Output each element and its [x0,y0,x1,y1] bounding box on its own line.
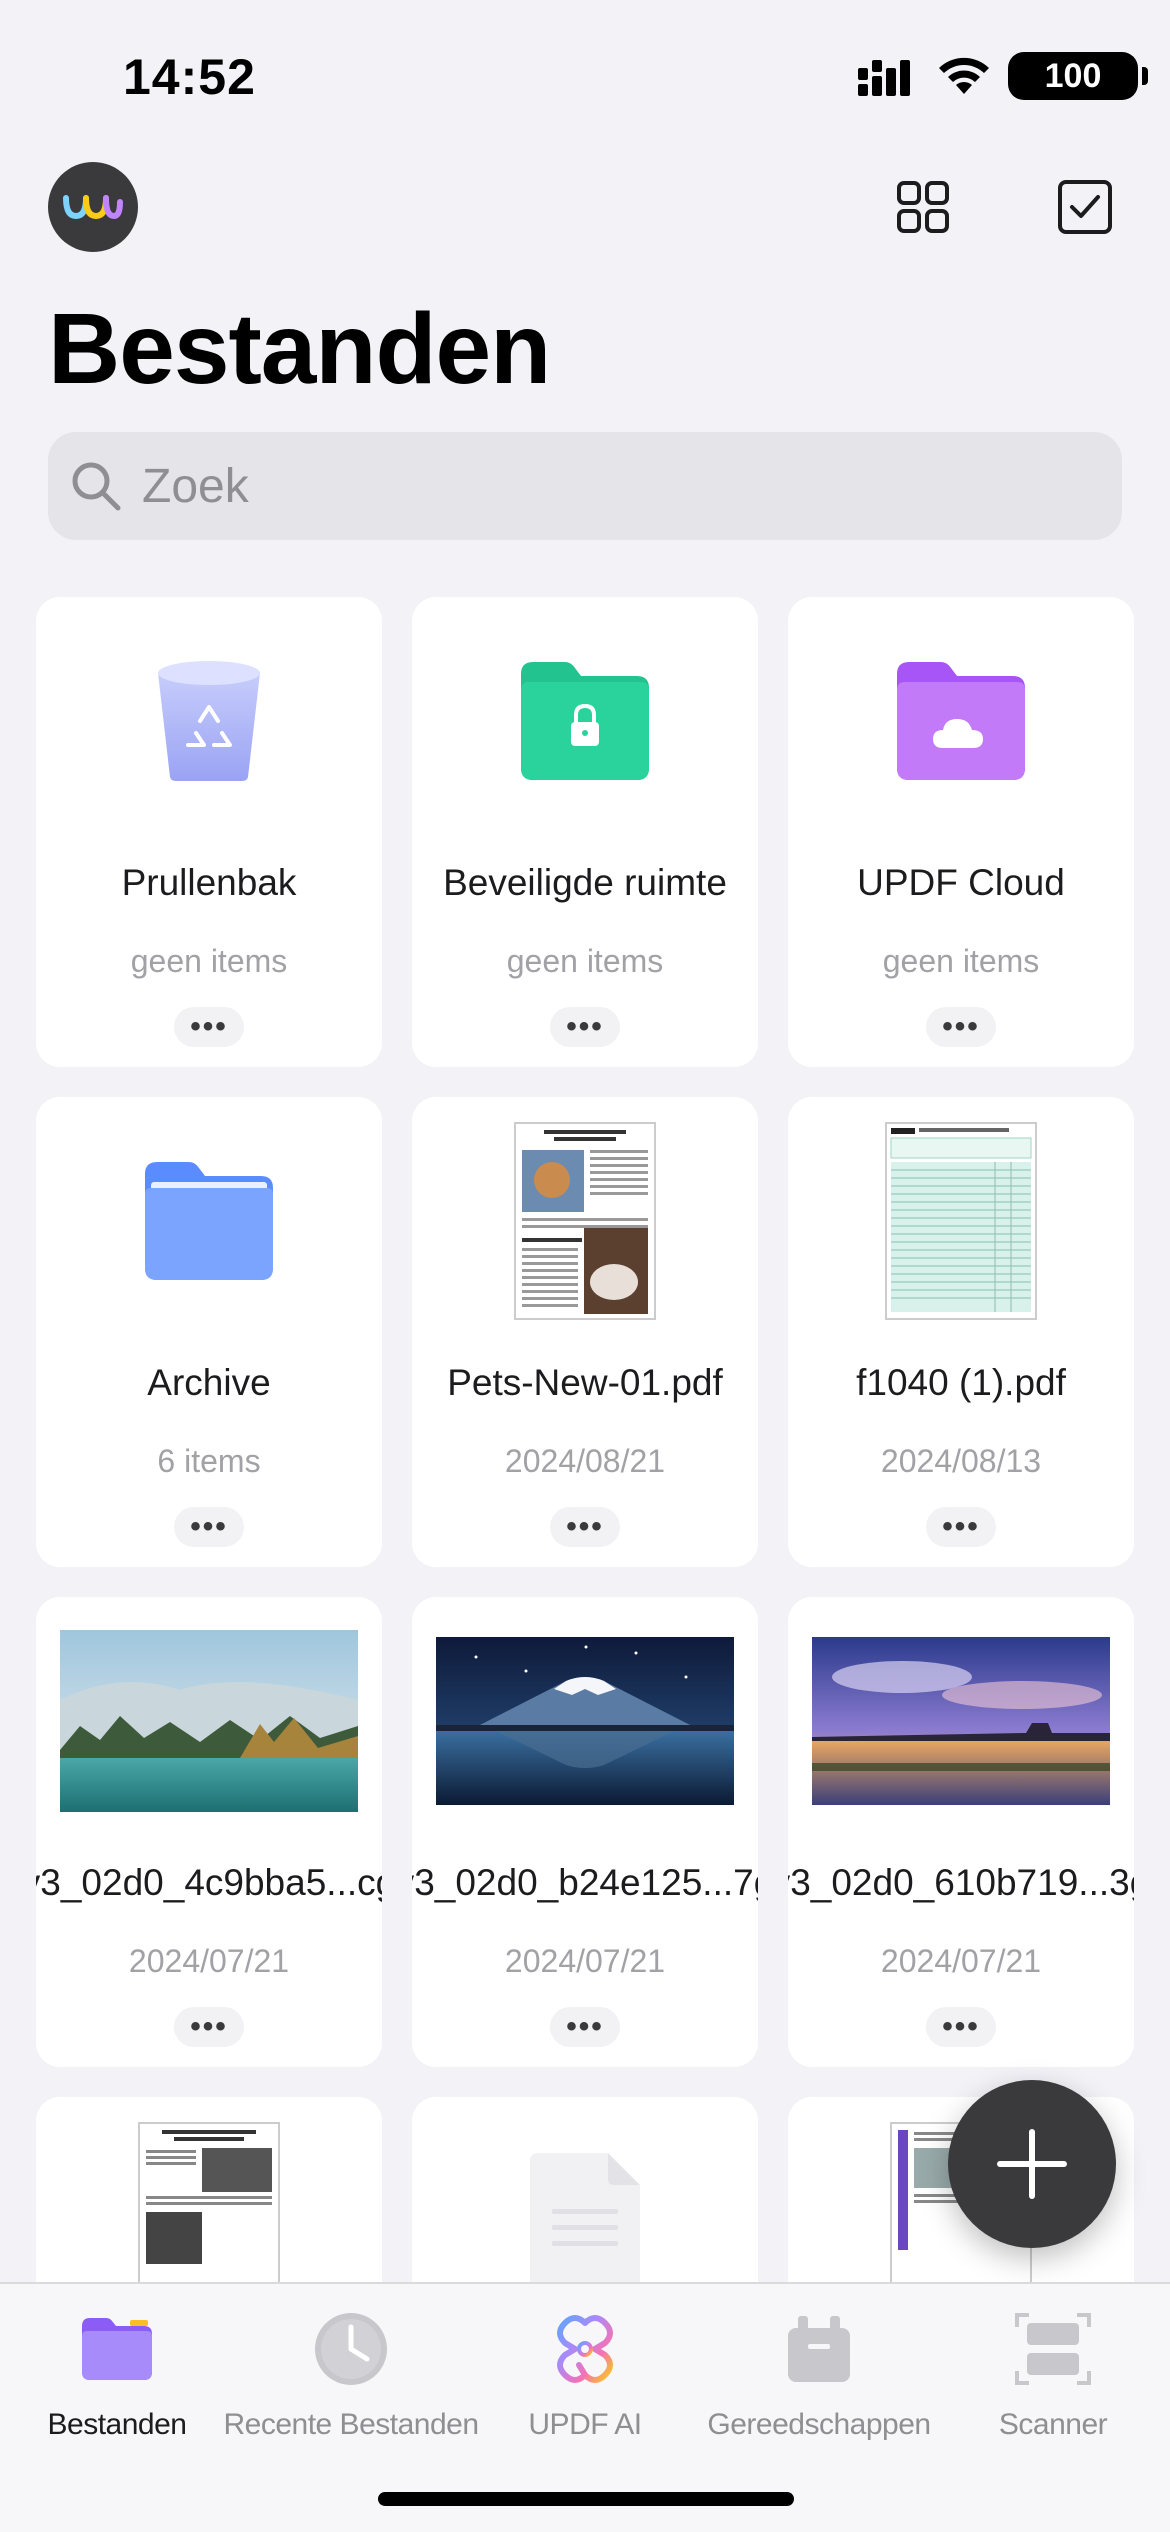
clock-icon [315,2313,387,2385]
tab-gereedschappen[interactable]: Gereedschappen [702,2304,936,2464]
trash-thumb [36,621,382,821]
tab-label: Scanner [998,2408,1108,2441]
more-options-button[interactable]: ••• [550,2007,620,2047]
file-card-archive[interactable]: Archive 6 items ••• [36,1097,382,1567]
trash-icon [158,661,260,781]
file-meta: 2024/07/21 [128,1943,290,1979]
status-icons: 100 [858,52,1148,100]
image-thumb [412,1621,758,1821]
cloud-folder-thumb [788,621,1134,821]
page-title: Bestanden [48,293,551,405]
pdf-thumb [412,1121,758,1321]
add-button[interactable] [948,2080,1116,2248]
lake-photo-icon [60,1630,358,1812]
tab-scanner[interactable]: Scanner [936,2304,1170,2464]
mountain-photo-icon [436,1637,734,1805]
pdf-thumb [788,1121,1134,1321]
more-options-button[interactable]: ••• [174,2007,244,2047]
image-thumb [788,1621,1134,1821]
folder-icon [145,1162,273,1280]
file-meta: geen items [130,943,288,979]
battery-icon: 100 [1008,52,1148,100]
wifi-icon [939,57,989,94]
file-meta: 2024/07/21 [504,1943,666,1979]
file-meta: 2024/08/13 [880,1443,1042,1479]
file-name: UPDF Cloud [857,862,1065,903]
pdf-preview-icon [514,1122,656,1320]
toolbox-icon [788,2316,850,2382]
plus-icon [997,2129,1067,2199]
tab-bestanden[interactable]: Bestanden [0,2304,234,2464]
file-card-trash[interactable]: Prullenbak geen items ••• [36,597,382,1067]
file-card-updf-cloud[interactable]: UPDF Cloud geen items ••• [788,597,1134,1067]
file-meta: geen items [882,943,1040,979]
grid-view-button[interactable] [886,170,960,244]
file-meta: geen items [506,943,664,979]
updf-logo-icon [63,195,123,220]
checkbox-icon [1058,180,1112,234]
file-name: img_v3_02d0_4c9bba5...cg.jpeg [36,1862,382,1903]
tab-label: Gereedschappen [707,2408,931,2441]
tab-label: Bestanden [47,2408,187,2441]
file-card-image-1[interactable]: img_v3_02d0_4c9bba5...cg.jpeg 2024/07/21… [36,1597,382,2067]
file-name: img_v3_02d0_b24e125...7g.jpeg [412,1862,758,1903]
image-thumb [36,1621,382,1821]
more-options-button[interactable]: ••• [926,2007,996,2047]
file-name: Pets-New-01.pdf [447,1362,723,1403]
more-options-button[interactable]: ••• [926,1507,996,1547]
tab-updf-ai[interactable]: UPDF AI [468,2304,702,2464]
file-meta: 2024/07/21 [880,1943,1042,1979]
more-options-button[interactable]: ••• [550,1007,620,1047]
scanner-icon [1015,2313,1091,2385]
file-meta: 2024/08/21 [504,1443,666,1479]
cloud-folder-icon [897,662,1025,780]
avatar[interactable] [48,162,138,252]
folder-icon [82,2318,152,2380]
home-indicator [378,2492,794,2506]
folder-thumb [36,1121,382,1321]
file-card-image-3[interactable]: img_v3_02d0_610b719...3g.jpeg 2024/07/21… [788,1597,1134,2067]
cellular-signal-icon [858,60,910,96]
file-name: Beveiligde ruimte [443,862,727,903]
file-card-secure-space[interactable]: Beveiligde ruimte geen items ••• [412,597,758,1067]
status-bar: 14:52 100 [0,0,1170,150]
search-input[interactable] [142,458,1042,514]
sunset-photo-icon [812,1637,1110,1805]
search-icon [72,462,121,511]
file-name: f1040 (1).pdf [856,1362,1066,1403]
status-time: 14:52 [123,49,256,105]
file-meta: 6 items [157,1443,261,1479]
tab-recente-bestanden[interactable]: Recente Bestanden [223,2304,479,2464]
select-button[interactable] [1048,170,1122,244]
more-options-button[interactable]: ••• [174,1007,244,1047]
file-name: img_v3_02d0_610b719...3g.jpeg [788,1862,1134,1903]
secure-folder-thumb [412,621,758,821]
tab-label: Recente Bestanden [223,2408,479,2441]
ai-icon [557,2315,613,2383]
more-options-button[interactable]: ••• [926,1007,996,1047]
more-options-button[interactable]: ••• [550,1507,620,1547]
file-name: Archive [147,1362,271,1403]
file-card-image-2[interactable]: img_v3_02d0_b24e125...7g.jpeg 2024/07/21… [412,1597,758,2067]
more-options-button[interactable]: ••• [174,1507,244,1547]
document-icon [530,2153,640,2289]
file-name: Prullenbak [121,862,297,903]
file-card-pets-pdf[interactable]: Pets-New-01.pdf 2024/08/21 ••• [412,1097,758,1567]
tab-label: UPDF AI [528,2408,642,2441]
grid-view-icon [897,181,949,233]
pdf-preview-icon [885,1122,1037,1320]
file-card-f1040-pdf[interactable]: f1040 (1).pdf 2024/08/13 ••• [788,1097,1134,1567]
secure-folder-icon [521,662,649,780]
search-bar[interactable] [48,432,1122,540]
